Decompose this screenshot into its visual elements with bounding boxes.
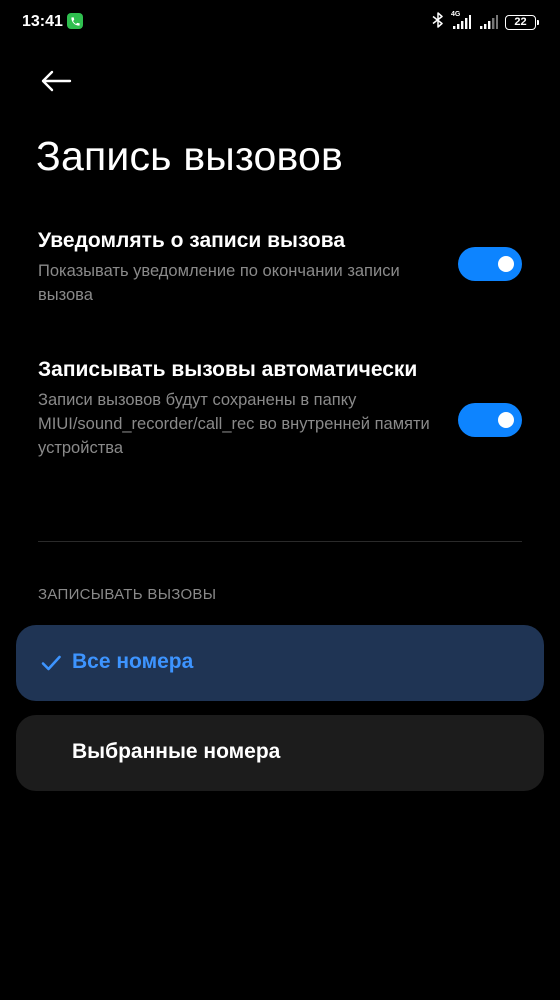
battery-level: 22 bbox=[514, 16, 527, 28]
signal-4g-icon: 4G bbox=[451, 11, 471, 30]
option-label: Все номера bbox=[72, 650, 194, 673]
arrow-left-icon bbox=[41, 70, 72, 92]
toggle-knob bbox=[498, 412, 514, 428]
signal-icon bbox=[478, 14, 498, 30]
status-icons: 4G 22 bbox=[432, 11, 539, 33]
back-button[interactable] bbox=[38, 66, 74, 96]
checkmark-icon bbox=[41, 655, 61, 671]
battery-icon: 22 bbox=[505, 14, 539, 30]
setting-title: Уведомлять о записи вызова bbox=[38, 229, 346, 252]
option-label: Выбранные номера bbox=[72, 740, 281, 763]
bluetooth-icon bbox=[432, 11, 444, 33]
page-title: Запись вызовов bbox=[36, 133, 344, 179]
phone-call-icon bbox=[67, 13, 83, 29]
setting-description: Показывать уведомление по окончании запи… bbox=[38, 262, 400, 304]
section-header: ЗАПИСЫВАТЬ ВЫЗОВЫ bbox=[38, 586, 217, 603]
status-bar: 13:41 4G 22 bbox=[0, 0, 560, 44]
setting-notify-recording[interactable]: Уведомлять о записи вызова Показывать ув… bbox=[38, 226, 522, 307]
setting-description: Записи вызовов будут сохранены в папку M… bbox=[38, 391, 430, 457]
option-all-numbers[interactable]: Все номера bbox=[16, 625, 544, 701]
setting-auto-record[interactable]: Записывать вызовы автоматически Записи в… bbox=[38, 355, 522, 460]
toggle-knob bbox=[498, 256, 514, 272]
status-time: 13:41 bbox=[22, 13, 63, 30]
auto-record-toggle[interactable] bbox=[458, 403, 522, 437]
option-selected-numbers[interactable]: Выбранные номера bbox=[16, 715, 544, 791]
divider bbox=[38, 541, 522, 542]
setting-title: Записывать вызовы автоматически bbox=[38, 358, 418, 381]
notify-toggle[interactable] bbox=[458, 247, 522, 281]
